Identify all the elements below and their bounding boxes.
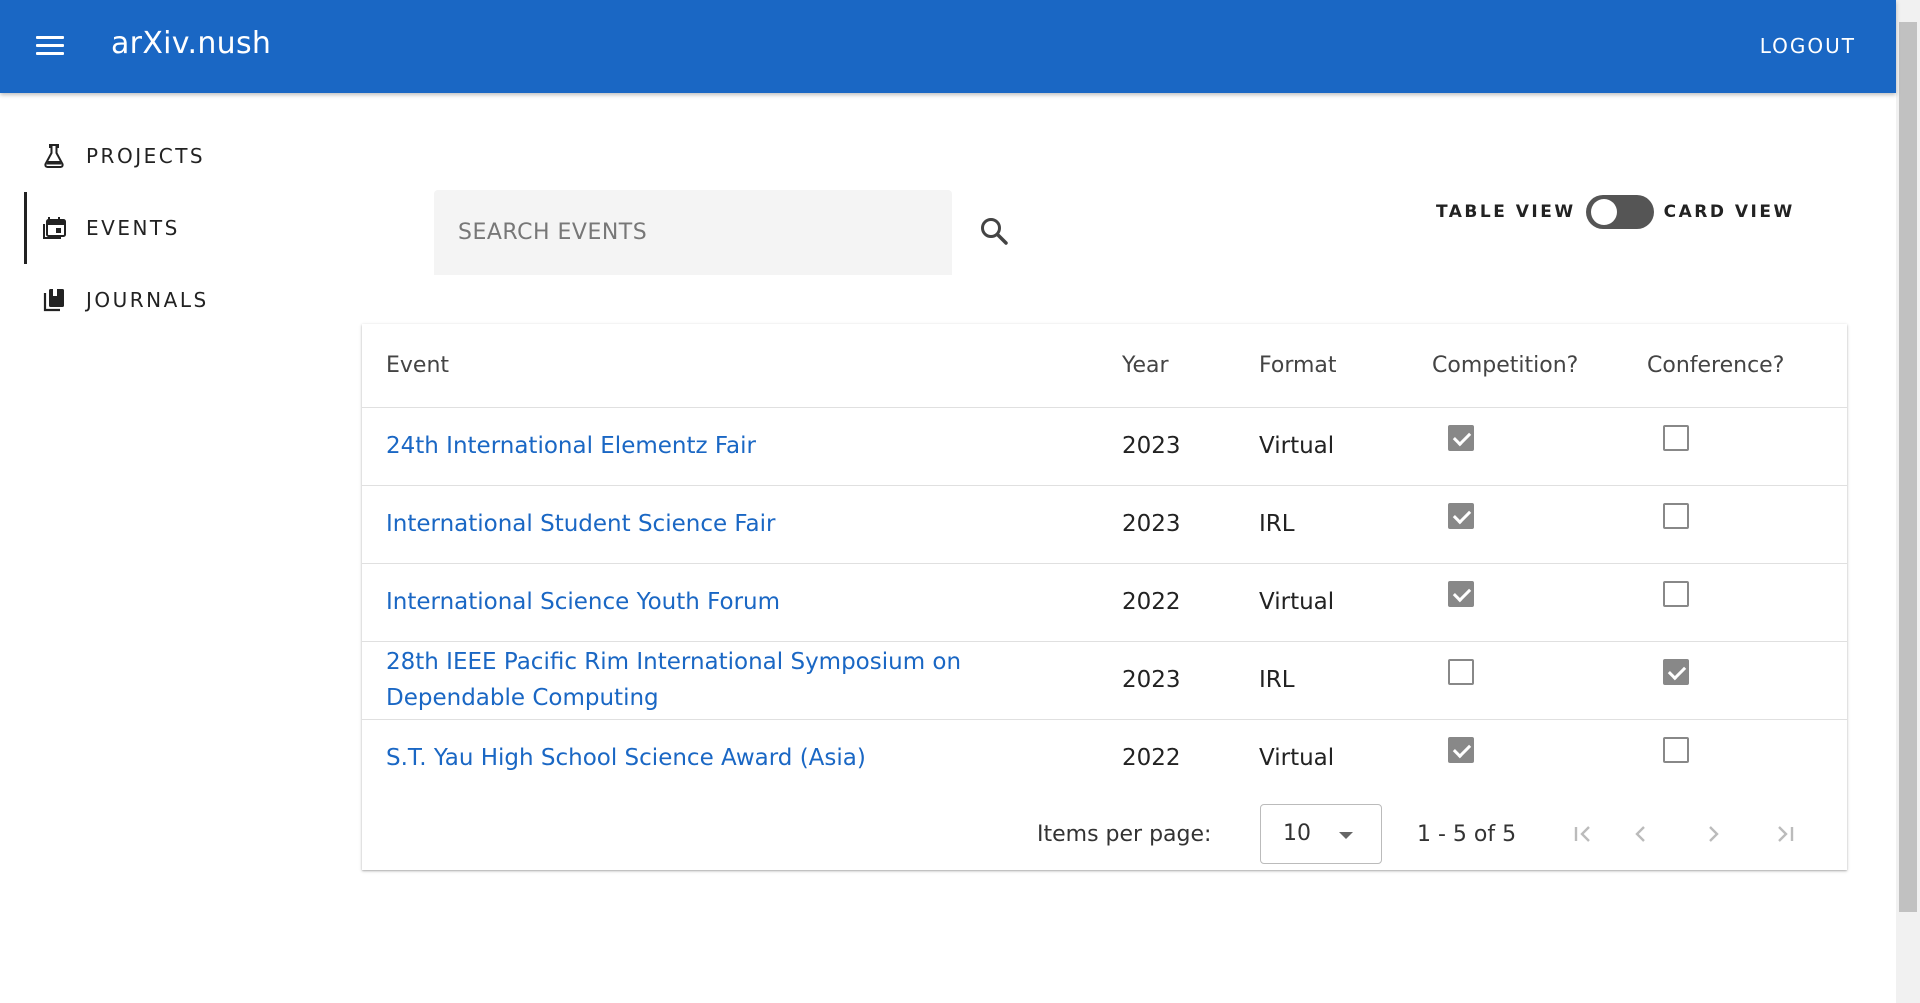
cell-event: 24th International Elementz Fair xyxy=(362,407,1122,486)
cell-conference xyxy=(1647,407,1847,486)
cell-conference xyxy=(1647,641,1847,720)
page-scrollbar[interactable] xyxy=(1896,0,1920,1003)
conference-checkbox[interactable] xyxy=(1663,425,1689,451)
search-icon[interactable] xyxy=(978,215,1010,247)
toggle-thumb[interactable] xyxy=(1590,199,1617,225)
competition-checkbox[interactable] xyxy=(1448,425,1474,451)
card-view-label: CARD VIEW xyxy=(1663,202,1795,222)
items-per-page-value: 10 xyxy=(1283,821,1311,846)
cell-event: International Student Science Fair xyxy=(362,485,1122,564)
conference-checkbox[interactable] xyxy=(1663,503,1689,529)
search-input[interactable] xyxy=(458,220,952,245)
logout-button[interactable]: LOGOUT xyxy=(1760,34,1856,58)
app-title[interactable]: arXiv.nush xyxy=(111,26,271,61)
table-row[interactable]: International Student Science Fair 2023 IR… xyxy=(362,485,1847,564)
first-page-icon[interactable] xyxy=(1567,818,1599,850)
cell-year: 2023 xyxy=(1122,407,1259,486)
cell-year: 2022 xyxy=(1122,563,1259,642)
page-range-label: 1 - 5 of 5 xyxy=(1417,822,1517,847)
cell-format: IRL xyxy=(1259,485,1432,564)
event-link[interactable]: International Student Science Fair xyxy=(386,506,1122,542)
cell-conference xyxy=(1647,485,1847,564)
column-header-event[interactable]: Event xyxy=(362,324,1122,408)
event-link[interactable]: 28th IEEE Pacific Rim International Symp… xyxy=(386,644,1122,716)
event-link[interactable]: S.T. Yau High School Science Award (Asia… xyxy=(386,740,1122,776)
sidebar-item-label: PROJECTS xyxy=(86,144,206,168)
event-calendar-icon xyxy=(42,216,66,240)
cell-event: International Science Youth Forum xyxy=(362,563,1122,642)
view-toggle-switch[interactable] xyxy=(1584,191,1656,233)
sidebar-item-label: JOURNALS xyxy=(86,288,209,312)
view-toggle: TABLE VIEW CARD VIEW xyxy=(1436,192,1795,232)
sidebar-item-events[interactable]: EVENTS xyxy=(0,192,320,264)
table-row[interactable]: 24th International Elementz Fair 2023 Virt… xyxy=(362,407,1847,486)
table-header-row: Event Year Format Competition? Conferenc… xyxy=(362,324,1847,408)
event-link[interactable]: 24th International Elementz Fair xyxy=(386,428,1122,464)
competition-checkbox[interactable] xyxy=(1448,659,1474,685)
previous-page-icon[interactable] xyxy=(1625,818,1657,850)
cell-format: Virtual xyxy=(1259,745,1335,772)
event-link[interactable]: International Science Youth Forum xyxy=(386,584,1122,620)
column-header-year[interactable]: Year xyxy=(1122,324,1259,408)
items-per-page-select[interactable]: 10 xyxy=(1260,804,1382,864)
hamburger-menu-icon[interactable] xyxy=(36,32,66,58)
table-view-label: TABLE VIEW xyxy=(1436,202,1576,222)
conference-checkbox[interactable] xyxy=(1663,659,1689,685)
column-header-format[interactable]: Format xyxy=(1259,324,1432,408)
cell-competition xyxy=(1432,641,1647,720)
cell-conference xyxy=(1647,719,1847,797)
paginator: Items per page: 10 1 - 5 of 5 xyxy=(362,800,1847,870)
cell-year: 2022 xyxy=(1122,745,1181,772)
competition-checkbox[interactable] xyxy=(1448,581,1474,607)
top-app-bar: arXiv.nush LOGOUT xyxy=(0,0,1896,93)
items-per-page-label: Items per page: xyxy=(1037,822,1212,847)
next-page-icon[interactable] xyxy=(1697,818,1729,850)
table-row[interactable]: 28th IEEE Pacific Rim International Symp… xyxy=(362,641,1847,720)
cell-format: IRL xyxy=(1259,641,1432,720)
sidebar-nav: PROJECTS EVENTS JOURNALS xyxy=(0,120,320,336)
sidebar-item-journals[interactable]: JOURNALS xyxy=(0,264,320,336)
competition-checkbox[interactable] xyxy=(1448,503,1474,529)
cell-competition xyxy=(1432,563,1647,642)
cell-conference xyxy=(1647,563,1847,642)
cell-competition xyxy=(1432,485,1647,564)
cell-format: Virtual xyxy=(1259,563,1432,642)
cell-competition xyxy=(1432,719,1647,797)
sidebar-item-projects[interactable]: PROJECTS xyxy=(0,120,320,192)
table-row[interactable]: S.T. Yau High School Science Award (Asia… xyxy=(362,719,1847,797)
competition-checkbox[interactable] xyxy=(1448,737,1474,764)
events-table-card: Event Year Format Competition? Conferenc… xyxy=(362,324,1847,870)
sidebar-item-label: EVENTS xyxy=(86,216,180,240)
events-table: Event Year Format Competition? Conferenc… xyxy=(362,324,1847,797)
search-field xyxy=(434,190,952,275)
book-icon xyxy=(42,288,66,312)
cell-event: 28th IEEE Pacific Rim International Symp… xyxy=(362,641,1122,720)
column-header-competition[interactable]: Competition? xyxy=(1432,324,1647,408)
conference-checkbox[interactable] xyxy=(1663,581,1689,607)
table-row[interactable]: International Science Youth Forum 2022 Vir… xyxy=(362,563,1847,642)
column-header-conference[interactable]: Conference? xyxy=(1647,324,1847,408)
cell-format: Virtual xyxy=(1259,407,1432,486)
flask-icon xyxy=(42,144,66,168)
last-page-icon[interactable] xyxy=(1769,818,1801,850)
cell-event: S.T. Yau High School Science Award (Asia… xyxy=(362,719,1122,797)
cell-year: 2023 xyxy=(1122,641,1259,720)
scrollbar-thumb[interactable] xyxy=(1899,22,1917,912)
cell-competition xyxy=(1432,407,1647,486)
dropdown-arrow-icon xyxy=(1339,832,1353,839)
cell-year: 2023 xyxy=(1122,485,1259,564)
conference-checkbox[interactable] xyxy=(1663,737,1689,764)
